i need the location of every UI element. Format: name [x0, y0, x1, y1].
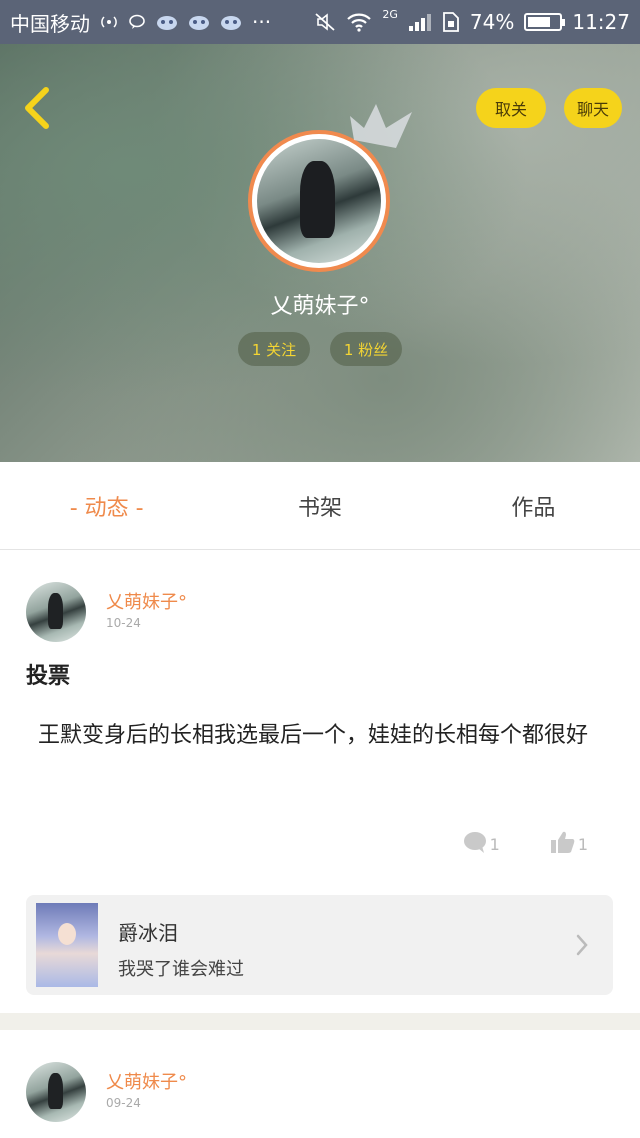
tab-activity[interactable]: - 动态 -: [0, 462, 213, 549]
chevron-right-icon: [576, 934, 588, 956]
app-notification-icon: [188, 13, 210, 31]
battery-percent: 74%: [469, 10, 515, 34]
fans-count-button[interactable]: 1 粉丝: [330, 332, 402, 366]
book-cover: [36, 903, 98, 987]
tab-bookshelf[interactable]: 书架: [213, 462, 426, 549]
feed-post: 乂萌妹子° 09-24: [0, 1030, 640, 1138]
profile-tabs: - 动态 - 书架 作品: [0, 462, 640, 550]
sim-card-icon: [442, 12, 460, 32]
avatar[interactable]: [26, 1062, 86, 1122]
app-notification-icon: [220, 13, 242, 31]
status-bar: 中国移动 ··· 2G 74% 11:27: [0, 0, 640, 44]
chevron-left-icon: [25, 87, 49, 129]
post-title: 投票: [26, 664, 71, 689]
comment-count: 1: [489, 835, 500, 854]
comment-button[interactable]: 1: [462, 830, 500, 854]
divider: [0, 1013, 640, 1030]
like-count: 1: [577, 835, 588, 854]
clock: 11:27: [572, 10, 630, 34]
message-icon: [128, 13, 146, 31]
battery-icon: [524, 13, 566, 31]
unfollow-button[interactable]: 取关: [476, 88, 546, 128]
book-card[interactable]: 爵冰泪 我哭了谁会难过: [26, 895, 613, 995]
comment-icon: [463, 832, 486, 853]
signal-icon: [408, 12, 432, 32]
carrier-label: 中国移动: [10, 11, 90, 36]
profile-header: 取关 聊天 乂萌妹子° 1 关注 1 粉丝: [0, 44, 640, 462]
network-type-label: 2G: [382, 7, 398, 21]
post-date: 09-24: [106, 1096, 141, 1110]
like-button[interactable]: 1: [550, 830, 588, 854]
following-count-button[interactable]: 1 关注: [238, 332, 310, 366]
app-notification-icon: [156, 13, 178, 31]
profile-username: 乂萌妹子°: [270, 294, 370, 319]
book-title: 爵冰泪: [118, 921, 178, 945]
crown-icon: [350, 104, 412, 148]
post-body: 王默变身后的长相我选最后一个，娃娃的长相每个都很好: [38, 723, 589, 748]
post-username[interactable]: 乂萌妹子°: [106, 1068, 187, 1094]
mute-icon: [314, 12, 336, 32]
thumbs-up-icon: [550, 831, 575, 853]
chat-button[interactable]: 聊天: [564, 88, 622, 128]
avatar[interactable]: [26, 582, 86, 642]
tab-works[interactable]: 作品: [427, 462, 640, 549]
book-subtitle: 我哭了谁会难过: [118, 959, 244, 980]
hotspot-icon: [100, 13, 118, 31]
wifi-icon: [346, 12, 372, 32]
post-date: 10-24: [106, 616, 141, 630]
post-username[interactable]: 乂萌妹子°: [106, 588, 187, 614]
back-button[interactable]: [18, 84, 58, 132]
more-notifications-icon: ···: [252, 10, 272, 34]
